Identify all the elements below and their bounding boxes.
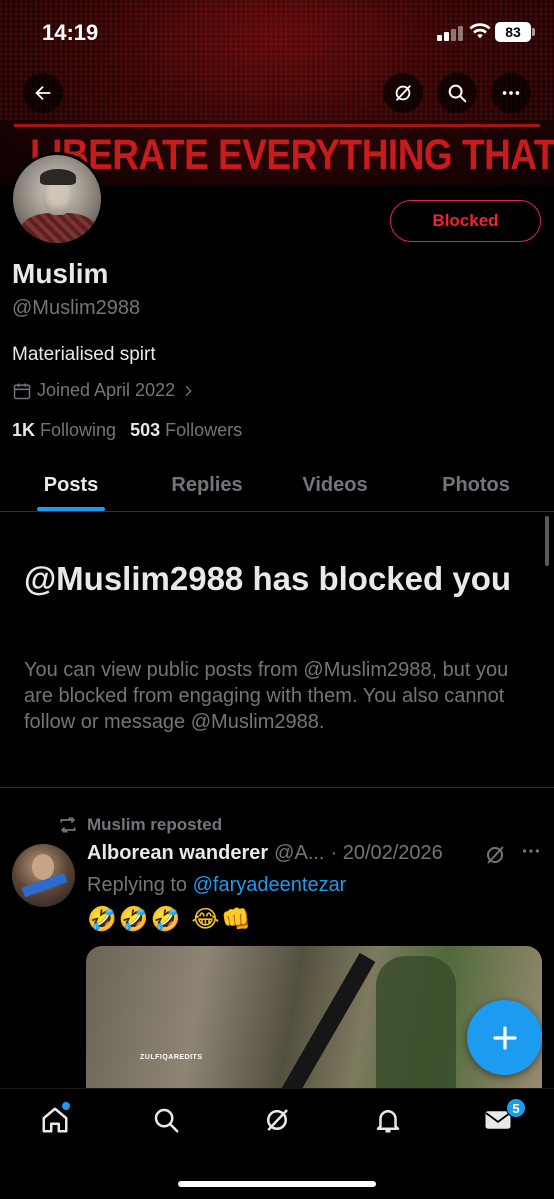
following-label: Following <box>40 420 117 440</box>
battery-indicator: 83 <box>495 22 535 42</box>
signal-icon <box>437 25 463 41</box>
post-grok-button[interactable] <box>483 843 507 867</box>
profile-bio: Materialised spirt <box>12 344 156 365</box>
more-button[interactable] <box>491 73 531 113</box>
search-icon <box>448 84 467 103</box>
more-icon <box>502 91 520 95</box>
back-button[interactable] <box>23 73 63 113</box>
nav-grok[interactable] <box>262 1105 296 1139</box>
replying-prefix: Replying to <box>87 874 188 896</box>
bell-icon <box>376 1110 400 1133</box>
status-time: 14:19 <box>42 20 99 45</box>
followers-label: Followers <box>165 420 243 440</box>
blocked-notice-title: @Muslim2988 has blocked you <box>24 560 512 597</box>
media-caption: ZULFIQAREDITS <box>140 1054 203 1061</box>
grok-icon <box>267 1109 288 1131</box>
post-date: · 20/02/2026 <box>330 842 443 864</box>
messages-badge: 5 <box>506 1098 526 1118</box>
home-indicator[interactable] <box>178 1181 376 1187</box>
profile-avatar[interactable] <box>10 152 104 246</box>
post-more-button[interactable] <box>520 840 542 868</box>
chevron-right-icon <box>185 385 192 396</box>
search-button[interactable] <box>437 73 477 113</box>
nav-notifications[interactable] <box>373 1105 407 1139</box>
profile-handle: @Muslim2988 <box>12 297 141 319</box>
nav-home[interactable] <box>40 1105 74 1139</box>
following-count: 1K <box>12 420 36 440</box>
tab-replies[interactable]: Replies <box>148 458 266 512</box>
profile-name: Muslim <box>12 258 109 289</box>
post-author-handle[interactable]: @A... <box>274 842 324 865</box>
post-header: Alborean wanderer @A... · 20/02/2026 <box>87 842 443 865</box>
blocked-notice-body: You can view public posts from @Muslim29… <box>24 659 509 733</box>
joined-date[interactable]: Joined April 2022 <box>12 380 196 401</box>
back-arrow-icon <box>35 85 51 101</box>
grok-button[interactable] <box>383 73 423 113</box>
nav-search[interactable] <box>151 1105 185 1139</box>
post-author-avatar[interactable] <box>12 844 75 907</box>
grok-icon <box>487 846 504 864</box>
home-unread-dot <box>62 1102 70 1110</box>
following-link[interactable]: 1K Following <box>12 420 116 441</box>
blocked-button[interactable]: Blocked <box>390 200 541 242</box>
joined-label: Joined April 2022 <box>37 380 176 400</box>
banner-text: LIBERATE EVERYTHING THAT EXISTS. <box>30 130 554 178</box>
compose-button[interactable] <box>467 1000 542 1075</box>
replying-to-link[interactable]: @faryadeentezar <box>193 874 347 896</box>
tab-videos[interactable]: Videos <box>276 458 394 512</box>
section-divider <box>0 787 554 788</box>
plus-icon <box>492 1025 517 1050</box>
post-text: 🤣🤣🤣 😂👊 <box>87 906 254 933</box>
followers-count: 503 <box>130 420 161 440</box>
followers-link[interactable]: 503 Followers <box>130 420 242 441</box>
active-tab-indicator <box>37 507 105 511</box>
banner-divider <box>14 124 540 127</box>
calendar-icon <box>13 383 31 399</box>
post-author-name[interactable]: Alborean wanderer <box>87 842 268 865</box>
repost-icon <box>60 816 76 834</box>
repost-label: Muslim reposted <box>87 815 223 834</box>
search-icon <box>154 1108 179 1133</box>
wifi-icon <box>469 22 491 46</box>
tab-posts[interactable]: Posts <box>12 458 130 512</box>
repost-indicator[interactable]: Muslim reposted <box>58 815 222 835</box>
status-bar: 14:19 83 <box>0 0 554 62</box>
tab-photos[interactable]: Photos <box>417 458 535 512</box>
replying-to: Replying to @faryadeentezar <box>87 874 346 897</box>
follow-stats: 1K Following 503 Followers <box>12 420 242 441</box>
grok-icon <box>395 85 412 101</box>
scrollbar[interactable] <box>545 516 549 566</box>
more-icon <box>522 849 540 853</box>
profile-tabs: Posts Replies Videos Photos <box>0 458 554 512</box>
